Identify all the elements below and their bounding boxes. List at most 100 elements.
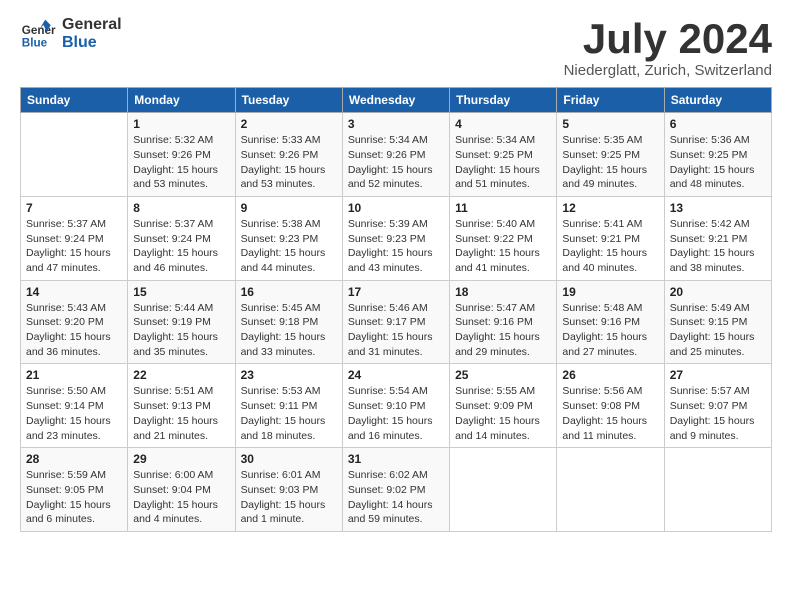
col-header-friday: Friday: [557, 88, 664, 113]
day-detail: Sunrise: 5:37 AM Sunset: 9:24 PM Dayligh…: [26, 217, 122, 276]
day-number: 31: [348, 452, 444, 466]
week-row-3: 14Sunrise: 5:43 AM Sunset: 9:20 PM Dayli…: [21, 280, 772, 364]
day-number: 7: [26, 201, 122, 215]
day-number: 20: [670, 285, 766, 299]
day-cell: 10Sunrise: 5:39 AM Sunset: 9:23 PM Dayli…: [342, 196, 449, 280]
day-number: 9: [241, 201, 337, 215]
day-cell: 26 Sunrise: 5:56 AM Sunset: 9:08 PM Dayli…: [557, 364, 664, 448]
day-cell: 4 Sunrise: 5:34 AM Sunset: 9:25 PM Daylig…: [450, 113, 557, 197]
day-detail: Sunrise: 5:43 AM Sunset: 9:20 PM Dayligh…: [26, 301, 122, 360]
day-detail: Sunrise: 5:51 AM Sunset: 9:13 PM Dayligh…: [133, 384, 229, 443]
day-cell: 7 Sunrise: 5:37 AM Sunset: 9:24 PM Daylig…: [21, 196, 128, 280]
day-number: 4: [455, 117, 551, 131]
day-detail: Sunrise: 5:45 AM Sunset: 9:18 PM Dayligh…: [241, 301, 337, 360]
day-number: 26: [562, 368, 658, 382]
day-number: 1: [133, 117, 229, 131]
day-number: 16: [241, 285, 337, 299]
logo: General Blue General Blue: [20, 16, 122, 53]
day-detail: Sunrise: 5:32 AM Sunset: 9:26 PM Dayligh…: [133, 133, 229, 192]
day-detail: Sunrise: 5:35 AM Sunset: 9:25 PM Dayligh…: [562, 133, 658, 192]
day-number: 19: [562, 285, 658, 299]
day-detail: Sunrise: 6:02 AM Sunset: 9:02 PM Dayligh…: [348, 468, 444, 527]
logo-text-general: General: [62, 16, 122, 34]
day-number: 17: [348, 285, 444, 299]
day-number: 25: [455, 368, 551, 382]
day-detail: Sunrise: 5:33 AM Sunset: 9:26 PM Dayligh…: [241, 133, 337, 192]
day-detail: Sunrise: 5:46 AM Sunset: 9:17 PM Dayligh…: [348, 301, 444, 360]
day-cell: 13 Sunrise: 5:42 AM Sunset: 9:21 PM Dayli…: [664, 196, 771, 280]
day-cell: 18Sunrise: 5:47 AM Sunset: 9:16 PM Dayli…: [450, 280, 557, 364]
day-detail: Sunrise: 5:34 AM Sunset: 9:26 PM Dayligh…: [348, 133, 444, 192]
day-number: 28: [26, 452, 122, 466]
title-block: July 2024 Niederglatt, Zurich, Switzerla…: [564, 16, 772, 79]
logo-icon: General Blue: [20, 16, 56, 52]
day-detail: Sunrise: 5:55 AM Sunset: 9:09 PM Dayligh…: [455, 384, 551, 443]
day-detail: Sunrise: 5:53 AM Sunset: 9:11 PM Dayligh…: [241, 384, 337, 443]
day-detail: Sunrise: 5:40 AM Sunset: 9:22 PM Dayligh…: [455, 217, 551, 276]
week-row-4: 21 Sunrise: 5:50 AM Sunset: 9:14 PM Dayli…: [21, 364, 772, 448]
week-row-5: 28 Sunrise: 5:59 AM Sunset: 9:05 PM Dayli…: [21, 448, 772, 532]
day-number: 27: [670, 368, 766, 382]
week-row-1: 1 Sunrise: 5:32 AM Sunset: 9:26 PM Daylig…: [21, 113, 772, 197]
day-cell: 1 Sunrise: 5:32 AM Sunset: 9:26 PM Daylig…: [128, 113, 235, 197]
day-number: 13: [670, 201, 766, 215]
col-header-wednesday: Wednesday: [342, 88, 449, 113]
day-detail: Sunrise: 5:59 AM Sunset: 9:05 PM Dayligh…: [26, 468, 122, 527]
calendar-table: SundayMondayTuesdayWednesdayThursdayFrid…: [20, 87, 772, 532]
day-detail: Sunrise: 5:48 AM Sunset: 9:16 PM Dayligh…: [562, 301, 658, 360]
day-cell: 29 Sunrise: 6:00 AM Sunset: 9:04 PM Dayli…: [128, 448, 235, 532]
day-cell: 16 Sunrise: 5:45 AM Sunset: 9:18 PM Dayli…: [235, 280, 342, 364]
day-number: 23: [241, 368, 337, 382]
day-number: 29: [133, 452, 229, 466]
col-header-saturday: Saturday: [664, 88, 771, 113]
day-cell: 31 Sunrise: 6:02 AM Sunset: 9:02 PM Dayli…: [342, 448, 449, 532]
day-number: 12: [562, 201, 658, 215]
day-number: 3: [348, 117, 444, 131]
day-detail: Sunrise: 5:56 AM Sunset: 9:08 PM Dayligh…: [562, 384, 658, 443]
day-detail: Sunrise: 5:42 AM Sunset: 9:21 PM Dayligh…: [670, 217, 766, 276]
col-header-thursday: Thursday: [450, 88, 557, 113]
col-header-tuesday: Tuesday: [235, 88, 342, 113]
day-cell: 25 Sunrise: 5:55 AM Sunset: 9:09 PM Dayli…: [450, 364, 557, 448]
day-number: 2: [241, 117, 337, 131]
day-cell: 27 Sunrise: 5:57 AM Sunset: 9:07 PM Dayli…: [664, 364, 771, 448]
day-detail: Sunrise: 5:37 AM Sunset: 9:24 PM Dayligh…: [133, 217, 229, 276]
calendar-body: 1 Sunrise: 5:32 AM Sunset: 9:26 PM Daylig…: [21, 113, 772, 532]
day-detail: Sunrise: 5:41 AM Sunset: 9:21 PM Dayligh…: [562, 217, 658, 276]
day-cell: 12 Sunrise: 5:41 AM Sunset: 9:21 PM Dayli…: [557, 196, 664, 280]
day-cell: [664, 448, 771, 532]
day-detail: Sunrise: 6:00 AM Sunset: 9:04 PM Dayligh…: [133, 468, 229, 527]
week-row-2: 7 Sunrise: 5:37 AM Sunset: 9:24 PM Daylig…: [21, 196, 772, 280]
day-cell: 21 Sunrise: 5:50 AM Sunset: 9:14 PM Dayli…: [21, 364, 128, 448]
day-detail: Sunrise: 5:49 AM Sunset: 9:15 PM Dayligh…: [670, 301, 766, 360]
month-title: July 2024: [564, 16, 772, 62]
day-detail: Sunrise: 5:39 AM Sunset: 9:23 PM Dayligh…: [348, 217, 444, 276]
day-number: 24: [348, 368, 444, 382]
day-cell: 2 Sunrise: 5:33 AM Sunset: 9:26 PM Daylig…: [235, 113, 342, 197]
day-number: 6: [670, 117, 766, 131]
day-number: 5: [562, 117, 658, 131]
day-number: 15: [133, 285, 229, 299]
day-detail: Sunrise: 5:57 AM Sunset: 9:07 PM Dayligh…: [670, 384, 766, 443]
day-cell: 11Sunrise: 5:40 AM Sunset: 9:22 PM Dayli…: [450, 196, 557, 280]
day-cell: 17 Sunrise: 5:46 AM Sunset: 9:17 PM Dayli…: [342, 280, 449, 364]
day-cell: 3 Sunrise: 5:34 AM Sunset: 9:26 PM Daylig…: [342, 113, 449, 197]
day-number: 8: [133, 201, 229, 215]
day-number: 21: [26, 368, 122, 382]
day-detail: Sunrise: 5:50 AM Sunset: 9:14 PM Dayligh…: [26, 384, 122, 443]
day-cell: 23 Sunrise: 5:53 AM Sunset: 9:11 PM Dayli…: [235, 364, 342, 448]
day-cell: [557, 448, 664, 532]
day-number: 30: [241, 452, 337, 466]
day-cell: 30Sunrise: 6:01 AM Sunset: 9:03 PM Dayli…: [235, 448, 342, 532]
day-cell: [21, 113, 128, 197]
col-header-monday: Monday: [128, 88, 235, 113]
day-number: 22: [133, 368, 229, 382]
day-detail: Sunrise: 5:34 AM Sunset: 9:25 PM Dayligh…: [455, 133, 551, 192]
day-detail: Sunrise: 5:44 AM Sunset: 9:19 PM Dayligh…: [133, 301, 229, 360]
svg-text:General: General: [22, 24, 56, 37]
day-cell: 9Sunrise: 5:38 AM Sunset: 9:23 PM Daylig…: [235, 196, 342, 280]
day-cell: 14Sunrise: 5:43 AM Sunset: 9:20 PM Dayli…: [21, 280, 128, 364]
day-cell: 6Sunrise: 5:36 AM Sunset: 9:25 PM Daylig…: [664, 113, 771, 197]
location: Niederglatt, Zurich, Switzerland: [564, 62, 772, 79]
page-header: General Blue General Blue July 2024 Nied…: [20, 16, 772, 79]
